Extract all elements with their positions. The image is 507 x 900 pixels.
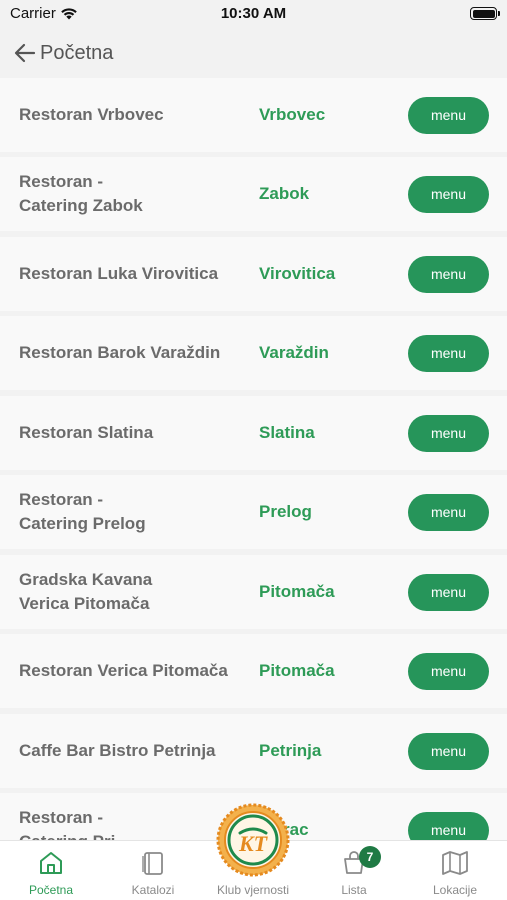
clock: 10:30 AM (220, 5, 287, 22)
menu-button[interactable]: menu (408, 573, 489, 611)
list-item: Restoran Barok Varaždin Varaždin menu (0, 316, 507, 390)
menu-button[interactable]: menu (408, 175, 489, 213)
restaurant-name: Restoran Verica Pitomača (19, 661, 228, 680)
cart-count-badge: 7 (359, 846, 381, 868)
svg-text:KT: KT (238, 831, 269, 856)
map-icon (442, 851, 468, 875)
restaurant-name: Gradska Kavana Verica Pitomača (19, 570, 153, 613)
restaurant-city: Vrbovec (259, 105, 326, 124)
restaurant-city: Zabok (259, 184, 310, 203)
restaurant-name: Restoran Slatina (19, 423, 154, 442)
home-icon (40, 852, 62, 874)
restaurant-name: Restoran Barok Varaždin (19, 343, 221, 362)
restaurant-city: Varaždin (259, 343, 329, 362)
list-item: Restoran Slatina Slatina menu (0, 396, 507, 470)
tab-label: Lista (341, 883, 367, 897)
restaurant-city: Prelog (259, 502, 312, 521)
restaurant-name: Caffe Bar Bistro Petrinja (19, 741, 216, 760)
menu-button[interactable]: menu (408, 493, 489, 531)
menu-button[interactable]: menu (408, 96, 489, 134)
loyalty-club-logo[interactable]: KT (216, 803, 290, 877)
catalog-icon (142, 852, 163, 875)
restaurant-city: Pitomača (259, 582, 335, 601)
restaurant-city: Petrinja (259, 741, 322, 760)
list-item: Restoran - Catering Zabok Zabok menu (0, 157, 507, 231)
list-item: Caffe Bar Bistro Petrinja Petrinja menu (0, 714, 507, 788)
tab-label: Katalozi (131, 883, 175, 897)
battery-icon (470, 7, 500, 20)
restaurant-name: Restoran - Catering Prelog (19, 490, 146, 533)
restaurant-name: Restoran - Catering Pri (19, 808, 115, 840)
tab-label: Klub vjernosti (216, 883, 290, 897)
tab-katalozi[interactable]: Katalozi (114, 841, 192, 900)
menu-button[interactable]: menu (408, 255, 489, 293)
menu-button[interactable]: menu (408, 732, 489, 770)
menu-button[interactable]: menu (408, 652, 489, 690)
list-item: Restoran Verica Pitomača Pitomača menu (0, 634, 507, 708)
back-button[interactable]: Početna (14, 42, 113, 65)
navigation-bar: Početna (0, 28, 507, 78)
tab-pocetna[interactable]: Početna (12, 841, 90, 900)
restaurant-city: Slatina (259, 423, 315, 442)
back-label: Početna (40, 41, 114, 64)
restaurant-name: Restoran - Catering Zabok (19, 172, 143, 215)
menu-button[interactable]: menu (408, 334, 489, 372)
list-item: Restoran Luka Virovitica Virovitica menu (0, 237, 507, 311)
restaurant-name: Restoran Luka Virovitica (19, 264, 219, 283)
tab-label: Lokacije (432, 883, 478, 897)
restaurant-name: Restoran Vrbovec (19, 105, 164, 124)
tab-lista[interactable]: 7 Lista (315, 841, 393, 900)
tab-lokacije[interactable]: Lokacije (416, 841, 494, 900)
list-item: Gradska Kavana Verica Pitomača Pitomača … (0, 555, 507, 629)
list-item: Restoran Vrbovec Vrbovec menu (0, 78, 507, 152)
restaurant-list[interactable]: Restoran Vrbovec Vrbovec menu Restoran -… (0, 78, 507, 840)
tab-label: Početna (28, 883, 74, 897)
status-bar: Carrier 10:30 AM (0, 0, 507, 28)
menu-button[interactable]: menu (408, 811, 489, 840)
back-arrow-icon (14, 43, 36, 63)
menu-button[interactable]: menu (408, 414, 489, 452)
restaurant-city: Pitomača (259, 661, 335, 680)
list-item: Restoran - Catering Prelog Prelog menu (0, 475, 507, 549)
restaurant-city: Virovitica (259, 264, 336, 283)
